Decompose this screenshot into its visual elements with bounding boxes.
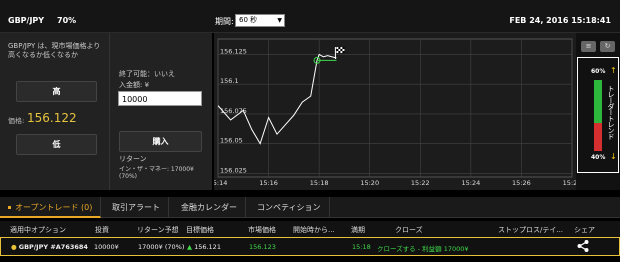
flag-square (340, 49, 343, 52)
buy-button[interactable]: 購入 (119, 131, 202, 152)
asset-pair[interactable]: GBP/JPY (8, 16, 44, 25)
tab-competition[interactable]: コンペティション (249, 197, 330, 218)
close-trade-button[interactable]: クローズする - 利益額 17000¥ (377, 243, 469, 253)
tab-financial-calendar[interactable]: 金融カレンダー (173, 197, 246, 218)
flag-square (338, 49, 341, 52)
trend-up-bar (594, 80, 602, 123)
column-header: 適用中オプション (10, 226, 66, 234)
column-header: シェア (574, 226, 595, 234)
x-tick-label: 15:22 (411, 179, 430, 187)
panel-divider (109, 33, 110, 190)
column-header: 満期 (351, 226, 365, 234)
expiry-cell: 15:18 (352, 243, 371, 251)
top-bar: GBP/JPY 70% 期間: 60 秒 ▼ FEB 24, 2016 15:1… (0, 0, 620, 33)
flag-square (338, 47, 341, 50)
price-label: 価格: (8, 117, 25, 125)
option-name: GBP/JPY #A763684 (18, 243, 88, 251)
x-tick-label: 15:14 (214, 179, 227, 187)
x-tick-label: 15:20 (360, 179, 379, 187)
y-tick-label: 156.125 (220, 47, 247, 55)
trend-top-percent: 60% (591, 68, 606, 75)
low-button[interactable]: 低 (16, 134, 97, 155)
column-header: ストップロス/テイ... (498, 226, 564, 234)
x-tick-label: 15:24 (461, 179, 480, 187)
arrow-down-icon: ↓ (610, 152, 617, 161)
y-tick-label: 156.025 (220, 166, 247, 174)
chevron-down-icon: ▼ (277, 17, 282, 24)
column-header: 市場価格 (248, 226, 276, 234)
target-price-value: 156.121 (194, 243, 221, 251)
hamburger-icon[interactable]: ≡ (581, 41, 596, 52)
x-tick-label: 15:28 (563, 179, 576, 187)
chart-svg: 156.125156.1156.075156.05156.02515:1415:… (214, 38, 576, 187)
flag-square (342, 51, 345, 54)
high-button[interactable]: 高 (16, 81, 97, 102)
flag-square (336, 47, 339, 50)
bottom-tabs: オープントレード (0) 取引アラート 金融カレンダー コンペティション (0, 197, 620, 218)
tab-label: 金融カレンダー (181, 203, 237, 212)
spacer (0, 190, 620, 197)
amount-input[interactable]: 10000 (118, 91, 202, 106)
flag-square (338, 51, 341, 54)
column-header: 投資 (95, 226, 109, 234)
amount-label: 入金額: ¥ (119, 81, 150, 89)
flag-square (342, 49, 345, 52)
investment-cell: 10000¥ (94, 243, 119, 251)
tab-open-trades[interactable]: オープントレード (0) (0, 197, 102, 218)
period-label: 期間: (215, 17, 234, 26)
flag-square (336, 49, 339, 52)
share-icon[interactable] (576, 239, 590, 255)
table-header: 適用中オプション 投資 リターン予想 目標価格 市場価格 開始時から... 満期… (0, 221, 620, 237)
return-label: リターン (119, 155, 147, 163)
x-tick-label: 15:18 (310, 179, 329, 187)
column-header: 目標価格 (186, 226, 214, 234)
y-tick-label: 156.05 (220, 137, 243, 145)
tab-trade-alerts[interactable]: 取引アラート (104, 197, 169, 218)
option-cell: ● GBP/JPY #A763684 (11, 243, 88, 251)
expiry-label: 終了可能：いいえ (119, 70, 175, 78)
current-datetime: FEB 24, 2016 15:18:41 (509, 16, 611, 25)
tab-label: オープントレード (0) (15, 203, 93, 212)
market-price-cell: 156.123 (249, 243, 276, 251)
active-tab-dot (8, 206, 11, 209)
tab-label: コンペティション (257, 203, 321, 212)
y-tick-label: 156.1 (220, 77, 239, 85)
trade-description: GBP/JPY は、現市場価格より高くなるか低くなるか (8, 42, 101, 59)
payout-percent: 70% (57, 16, 77, 25)
refresh-icon[interactable]: ↻ (600, 41, 615, 52)
flag-square (340, 51, 343, 54)
flag-square (340, 47, 343, 50)
price-chart[interactable]: 156.125156.1156.075156.05156.02515:1415:… (214, 33, 576, 190)
trend-down-bar (594, 123, 602, 151)
trend-label: トレーダートレンド (607, 85, 615, 139)
trade-panel: GBP/JPY は、現市場価格より高くなるか低くなるか 高 価格: 156.12… (0, 33, 212, 190)
target-price-cell: ▲ 156.121 (187, 243, 221, 251)
in-the-money-label: イン・ザ・マネー: 17000¥ (70%) (119, 166, 194, 180)
arrow-up-icon: ↑ (610, 66, 617, 75)
column-header: 開始時から... (293, 226, 335, 234)
price-value: 156.122 (27, 111, 77, 125)
trend-bottom-percent: 40% (591, 154, 606, 161)
trend-panel: ≡ ↻ 60% ↑ トレーダートレンド 40% ↓ (576, 33, 620, 190)
flag-square (336, 51, 339, 54)
expected-return-cell: 17000¥ (70%) (138, 243, 185, 251)
period-value: 60 秒 (239, 16, 258, 24)
tab-label: 取引アラート (112, 203, 160, 212)
column-header: クローズ (395, 226, 423, 234)
x-tick-label: 15:26 (512, 179, 531, 187)
table-row[interactable]: ● GBP/JPY #A763684 10000¥ 17000¥ (70%) ▲… (0, 237, 620, 256)
bullet-icon: ● (11, 243, 19, 251)
plot-area (217, 38, 573, 178)
column-header: リターン予想 (137, 226, 179, 234)
flag-square (342, 47, 345, 50)
share-icon-svg (577, 240, 589, 252)
period-select[interactable]: 60 秒 ▼ (235, 14, 285, 27)
x-tick-label: 15:16 (259, 179, 278, 187)
